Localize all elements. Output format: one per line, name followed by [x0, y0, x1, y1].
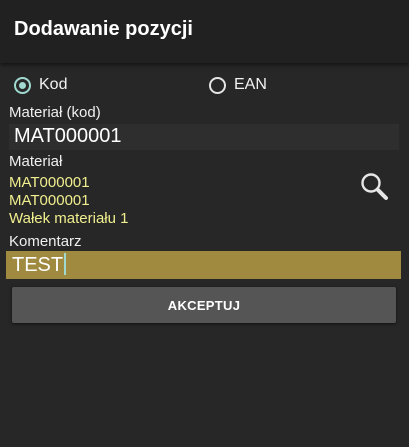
accept-button[interactable]: AKCEPTUJ [12, 287, 396, 323]
radio-dot [19, 81, 26, 89]
material-info-line: MAT000001 [9, 174, 90, 191]
radio-kod[interactable]: Kod [14, 74, 67, 96]
text-cursor [64, 253, 67, 275]
material-code-value: MAT000001 [14, 125, 122, 147]
page-title: Dodawanie pozycji [14, 18, 193, 40]
material-label: Materiał [9, 153, 63, 170]
material-code-field[interactable]: MAT000001 [9, 124, 399, 150]
radio-unchecked-icon [209, 76, 226, 94]
material-info-line: Wałek materiału 1 [9, 210, 129, 227]
search-icon [361, 173, 388, 200]
comment-input[interactable]: TEST [6, 251, 401, 279]
search-button[interactable] [358, 170, 392, 204]
radio-ean-label: EAN [234, 76, 267, 93]
code-type-radio-group: Kod EAN [0, 72, 409, 98]
material-code-label: Materiał (kod) [9, 104, 101, 121]
radio-ean[interactable]: EAN [209, 74, 267, 96]
material-info-line: MAT000001 [9, 192, 90, 209]
comment-label: Komentarz [9, 233, 82, 250]
radio-kod-label: Kod [39, 76, 68, 93]
accept-button-label: AKCEPTUJ [167, 297, 241, 313]
radio-checked-icon [14, 76, 31, 94]
app-bar: Dodawanie pozycji [0, 0, 409, 63]
comment-value: TEST [12, 254, 64, 276]
